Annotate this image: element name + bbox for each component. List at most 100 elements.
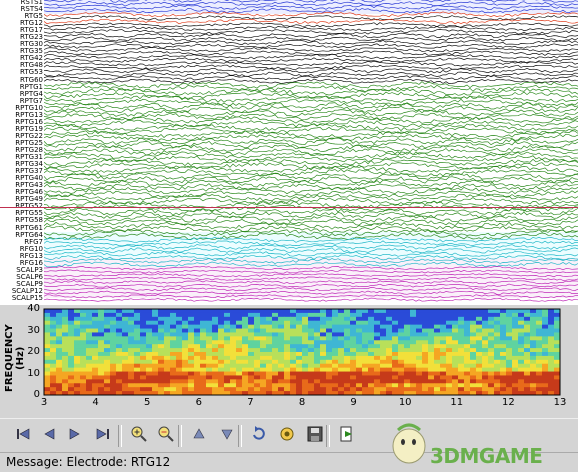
zoom-in-button[interactable] xyxy=(128,425,150,447)
spectrogram-cell xyxy=(92,332,99,337)
spectrogram-cell xyxy=(500,324,507,329)
spectrogram-cell xyxy=(272,332,279,337)
spectrogram-cell xyxy=(392,309,399,314)
spectrogram-cell xyxy=(74,367,81,372)
spectrogram-cell xyxy=(134,340,141,345)
spectrogram-cell xyxy=(530,336,537,341)
x-tick-label: 9 xyxy=(350,397,357,408)
last-page-button[interactable] xyxy=(92,425,114,447)
spectrogram-cell xyxy=(350,320,357,326)
previous-button[interactable] xyxy=(38,425,60,447)
eeg-traces[interactable] xyxy=(44,0,578,305)
eeg-trace-panel[interactable]: RSTS1 RSTS4 RTG5 RTG12 RTG17 RTG23 RTG30 RTG35 R… xyxy=(0,0,578,305)
spectrogram-cell xyxy=(140,336,147,341)
spectrogram-cell xyxy=(554,363,561,369)
spectrogram-cell xyxy=(344,328,351,333)
spectrogram-cell xyxy=(392,316,399,322)
spectrogram-cell xyxy=(380,383,387,388)
spectrogram-cell xyxy=(506,359,513,365)
spectrogram-cell xyxy=(524,316,531,322)
spectrogram-cell xyxy=(548,324,555,329)
spectrogram-cell xyxy=(320,312,327,318)
spectrogram-cell xyxy=(86,312,93,318)
spectrogram-cell xyxy=(512,344,519,349)
spectrogram-cell xyxy=(128,348,135,353)
spectrogram-cell xyxy=(488,387,495,392)
record-button[interactable] xyxy=(276,425,298,447)
spectrogram-cell xyxy=(194,363,201,369)
spectrogram-cell xyxy=(320,371,327,376)
save-button[interactable] xyxy=(304,425,326,447)
spectrogram-cell xyxy=(506,316,513,322)
zoom-out-button[interactable] xyxy=(155,425,177,447)
spectrogram-cell xyxy=(530,344,537,349)
spectrogram-cell xyxy=(362,320,369,326)
spectrogram-cell xyxy=(416,340,423,345)
scale-down-button[interactable] xyxy=(216,425,238,447)
spectrogram-cell xyxy=(152,355,159,361)
spectrogram-cell xyxy=(506,340,513,345)
spectrogram-cell xyxy=(266,336,273,341)
spectrogram-cell xyxy=(50,383,57,388)
spectrogram-cell xyxy=(374,383,381,388)
spectrogram-cell xyxy=(386,312,393,318)
spectrogram-plot[interactable] xyxy=(0,305,578,410)
spectrogram-cell xyxy=(188,379,195,384)
scale-up-button[interactable] xyxy=(188,425,210,447)
spectrogram-cell xyxy=(86,375,93,380)
spectrogram-cell xyxy=(350,332,357,337)
spectrogram-cell xyxy=(176,383,183,388)
spectrogram-cell xyxy=(284,312,291,318)
spectrogram-cell xyxy=(380,336,387,341)
spectrogram-cell xyxy=(260,367,267,372)
spectrogram-cell xyxy=(326,383,333,388)
spectrogram-cell xyxy=(284,340,291,345)
export-button[interactable] xyxy=(336,425,358,447)
x-tick-label: 5 xyxy=(144,397,151,408)
spectrogram-cell xyxy=(146,367,153,372)
spectrogram-cell xyxy=(338,367,345,372)
spectrogram-cell xyxy=(248,348,255,353)
spectrogram-cell xyxy=(290,320,297,326)
spectrogram-cell xyxy=(506,379,513,384)
spectrogram-cell xyxy=(434,316,441,322)
spectrogram-cell xyxy=(434,309,441,314)
spectrogram-cell xyxy=(188,340,195,345)
spectrogram-cell xyxy=(356,375,363,380)
spectrogram-cell xyxy=(530,352,537,357)
spectrogram-cell xyxy=(182,387,189,392)
spectrogram-cell xyxy=(428,367,435,372)
spectrogram-panel[interactable] xyxy=(0,305,578,410)
spectrogram-cell xyxy=(530,312,537,318)
spectrogram-cell xyxy=(86,379,93,384)
spectrogram-cell xyxy=(308,312,315,318)
spectrogram-cell xyxy=(224,320,231,326)
spectrogram-cell xyxy=(434,363,441,369)
spectrogram-cell xyxy=(308,336,315,341)
spectrogram-cell xyxy=(482,324,489,329)
spectrogram-cell xyxy=(350,312,357,318)
spectrogram-cell xyxy=(158,320,165,326)
spectrogram-cell xyxy=(452,320,459,326)
next-button[interactable] xyxy=(64,425,86,447)
channel-label[interactable]: SCALP15 xyxy=(0,295,43,302)
spectrogram-cell xyxy=(134,316,141,322)
spectrogram-cell xyxy=(404,375,411,380)
refresh-button[interactable] xyxy=(248,425,270,447)
spectrogram-cell xyxy=(392,371,399,376)
spectrogram-cell xyxy=(440,355,447,361)
spectrogram-cell xyxy=(332,328,339,333)
spectrogram-cell xyxy=(374,348,381,353)
spectrogram-cell xyxy=(518,312,525,318)
spectrogram-cell xyxy=(272,383,279,388)
first-page-button[interactable] xyxy=(12,425,34,447)
spectrogram-cell xyxy=(482,363,489,369)
spectrogram-cell xyxy=(542,340,549,345)
spectrogram-cell xyxy=(512,328,519,333)
spectrogram-cell xyxy=(494,375,501,380)
spectrogram-cell xyxy=(266,340,273,345)
spectrogram-cell xyxy=(320,332,327,337)
spectrogram-cell xyxy=(536,320,543,326)
spectrogram-cell xyxy=(92,344,99,349)
spectrogram-cell xyxy=(470,348,477,353)
